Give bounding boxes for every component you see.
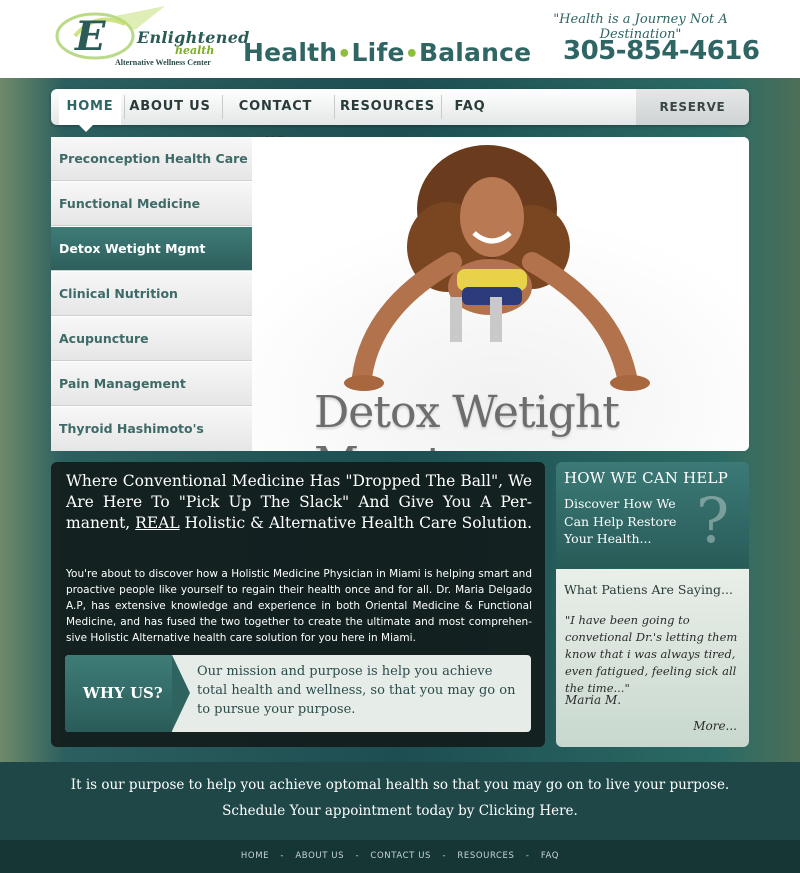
menu-item-thyroid[interactable]: Thyroid Hashimoto's <box>51 407 252 451</box>
how-we-help-text: Discover How We Can Help Restore Your He… <box>564 496 677 546</box>
menu-item-clinical-nutrition[interactable]: Clinical Nutrition <box>51 272 252 316</box>
testimonial-author: Maria M. <box>565 693 622 707</box>
intro-section: Where Conventional Medicine Has "Dropped… <box>51 462 545 747</box>
footer-separator: - <box>280 851 285 861</box>
why-us-label: WHY US? <box>83 684 163 702</box>
nav-resources[interactable]: RESOURCES <box>340 89 434 125</box>
footer-links: HOME - ABOUT US - CONTACT US - RESOURCES… <box>0 851 800 861</box>
footer-link-contact-us[interactable]: CONTACT US <box>370 851 431 861</box>
footer-separator: - <box>525 851 530 861</box>
nav-faq[interactable]: FAQ <box>449 89 491 125</box>
main-nav: HOME ABOUT US CONTACT US RESOURCES FAQ R… <box>51 89 749 150</box>
intro-headline: Where Conventional Medicine Has "Dropped… <box>66 471 532 534</box>
headline-emphasis: REAL <box>135 514 180 532</box>
why-us-box[interactable]: WHY US? Our mission and purpose is help … <box>65 655 531 732</box>
menu-item-preconception[interactable]: Preconception Health Care <box>51 137 252 181</box>
footer-link-about-us[interactable]: ABOUT US <box>295 851 344 861</box>
tagline-life: Life <box>351 38 405 67</box>
tagline-balance: Balance <box>418 38 532 67</box>
nav-home[interactable]: HOME <box>59 89 121 125</box>
site-tagline: Health•Life•Balance <box>243 38 531 67</box>
testimonial-more-link[interactable]: More... <box>693 719 737 733</box>
nav-divider <box>334 95 335 119</box>
question-mark-icon: ? <box>696 484 730 557</box>
hero-image: Detox Wetight Mgmt <box>252 137 749 451</box>
logo-subtitle: health <box>175 44 215 57</box>
schedule-appointment-link[interactable]: Schedule Your appointment today by Click… <box>0 803 800 819</box>
intro-body: You're about to discover how a Holistic … <box>66 568 532 644</box>
footer-link-faq[interactable]: FAQ <box>541 851 559 861</box>
nav-divider <box>222 95 223 119</box>
dot-icon: • <box>404 42 419 67</box>
why-us-arrow-icon <box>172 655 190 731</box>
nav-contact-us[interactable]: CONTACT US <box>227 89 324 150</box>
nav-about-us[interactable]: ABOUT US <box>127 89 213 125</box>
nav-divider <box>441 95 442 119</box>
menu-item-acupuncture[interactable]: Acupuncture <box>51 317 252 361</box>
testimonial-box: What Patiens Are Saying... "I have been … <box>556 569 749 747</box>
tagline-health: Health <box>243 38 338 67</box>
site-header: E Enlightened health Alternative Wellnes… <box>0 0 800 78</box>
reserve-online-button[interactable]: RESERVE ONLINE <box>636 89 749 150</box>
footer-separator: - <box>355 851 360 861</box>
logo[interactable]: E Enlightened health Alternative Wellnes… <box>55 6 249 68</box>
testimonial-quote: "I have been going to convetional Dr.'s … <box>565 613 738 695</box>
svg-text:E: E <box>74 13 106 60</box>
footer-separator: - <box>442 851 447 861</box>
hero-caption: Detox Wetight Mgmt <box>314 387 620 451</box>
nav-divider <box>124 95 125 119</box>
menu-item-pain-management[interactable]: Pain Management <box>51 362 252 406</box>
nav-active-pointer <box>79 125 93 132</box>
phone-number[interactable]: 305-854-4616 <box>563 36 760 66</box>
feature-panel: Preconception Health Care Functional Med… <box>51 137 749 451</box>
why-us-text: Our mission and purpose is help you achi… <box>197 664 516 717</box>
footer-link-resources[interactable]: RESOURCES <box>457 851 514 861</box>
menu-item-functional-medicine[interactable]: Functional Medicine <box>51 182 252 226</box>
site-footer: HOME - ABOUT US - CONTACT US - RESOURCES… <box>0 840 800 873</box>
menu-item-detox[interactable]: Detox Wetight Mgmt <box>51 227 266 271</box>
footer-link-home[interactable]: HOME <box>241 851 269 861</box>
dot-icon: • <box>337 42 352 67</box>
logo-center-text: Alternative Wellness Center <box>115 58 211 67</box>
banner-purpose-text: It is our purpose to help you achieve op… <box>70 777 730 793</box>
services-menu: Preconception Health Care Functional Med… <box>51 137 266 451</box>
menu-item-label: Detox Wetight Mgmt <box>59 241 206 256</box>
cta-banner: It is our purpose to help you achieve op… <box>0 762 800 840</box>
testimonial-title: What Patiens Are Saying... <box>564 582 733 597</box>
how-we-help-box[interactable]: HOW WE CAN HELP Discover How We Can Help… <box>556 462 749 568</box>
headline-text-end: Holistic & Alternative Health Care Solut… <box>179 514 533 532</box>
